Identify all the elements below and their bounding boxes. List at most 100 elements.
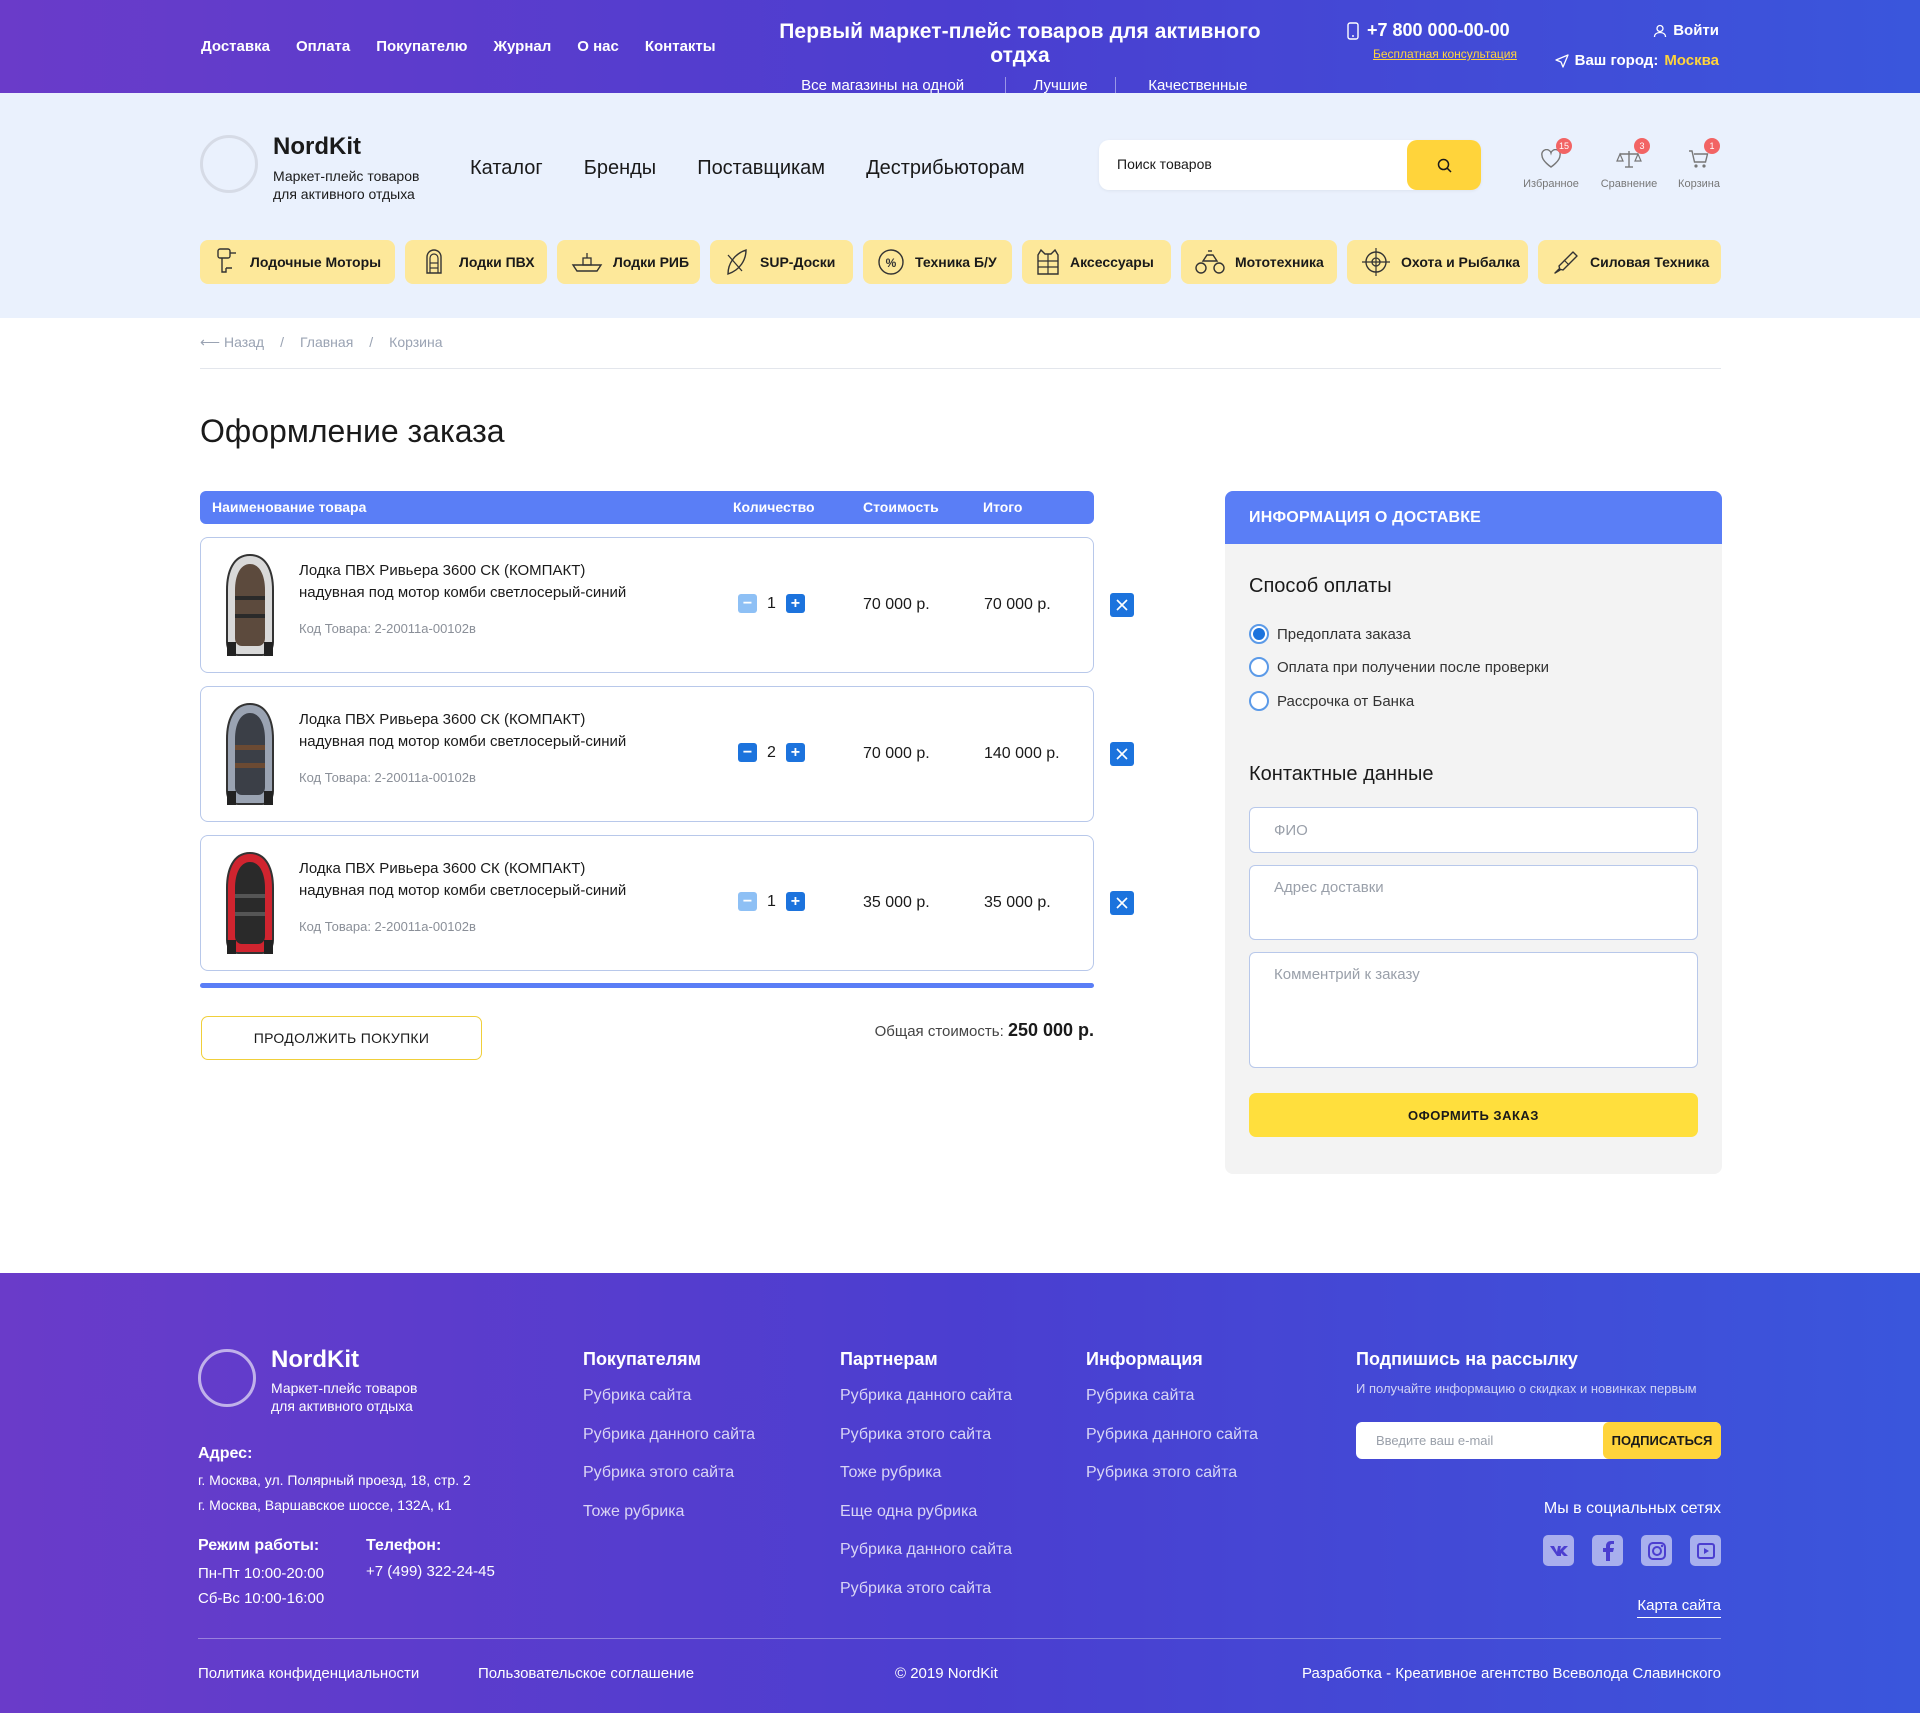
favorites-button[interactable]: 15 Избранное xyxy=(1516,138,1586,190)
footer-link[interactable]: Рубрика данного сайта xyxy=(1086,1425,1258,1444)
product-name[interactable]: Лодка ПВХ Ривьера 3600 СК (КОМПАКТ) наду… xyxy=(299,858,626,902)
payment-option-on-delivery[interactable]: Оплата при получении после проверки xyxy=(1249,657,1549,677)
footer-link[interactable]: Рубрика сайта xyxy=(583,1386,755,1405)
footer-phone[interactable]: +7 (499) 322-24-45 xyxy=(366,1563,495,1580)
footer-link[interactable]: Тоже рубрика xyxy=(840,1463,1012,1482)
compare-button[interactable]: 3 Сравнение xyxy=(1594,138,1664,190)
category-used-equipment[interactable]: % Техника Б/У xyxy=(863,240,1012,284)
quantity-decrease-button[interactable]: − xyxy=(738,594,757,613)
page-title: Оформление заказа xyxy=(200,413,505,449)
fio-field[interactable]: ФИО xyxy=(1249,807,1698,853)
product-image[interactable] xyxy=(221,850,279,956)
arrow-left-icon: ⟵ xyxy=(200,334,221,350)
footer-link[interactable]: Рубрика данного сайта xyxy=(583,1425,755,1444)
main-nav-distributors[interactable]: Дестрибьюторам xyxy=(866,157,1025,180)
product-code: Код Товара: 2-20011а-00102в xyxy=(299,919,476,934)
search-button[interactable] xyxy=(1407,140,1481,190)
quantity-increase-button[interactable]: + xyxy=(785,594,805,613)
product-name[interactable]: Лодка ПВХ Ривьера 3600 СК (КОМПАКТ) наду… xyxy=(299,560,626,604)
radio-unchecked[interactable] xyxy=(1249,657,1269,677)
phone-number[interactable]: +7 800 000-00-00 xyxy=(1367,20,1510,41)
compare-label: Сравнение xyxy=(1600,178,1658,190)
footer-link[interactable]: Рубрика этого сайта xyxy=(1086,1463,1258,1482)
footer-link[interactable]: Тоже рубрика xyxy=(583,1502,755,1521)
social-links xyxy=(1543,1535,1721,1566)
category-hunting-fishing[interactable]: Охота и Рыбалка xyxy=(1347,240,1528,284)
facebook-icon[interactable] xyxy=(1592,1535,1623,1566)
footer-link[interactable]: Рубрика сайта xyxy=(1086,1386,1258,1405)
remove-item-button[interactable] xyxy=(1110,593,1134,617)
category-moto[interactable]: Мототехника xyxy=(1181,240,1337,284)
category-outboard-motors[interactable]: Лодочные Моторы xyxy=(200,240,395,284)
category-rib-boats[interactable]: Лодки РИБ xyxy=(557,240,700,284)
top-nav-about[interactable]: О нас xyxy=(577,38,619,55)
logo-icon[interactable] xyxy=(200,135,258,193)
quantity-decrease-button[interactable]: − xyxy=(738,892,757,911)
quantity-value: 2 xyxy=(767,743,776,761)
top-nav-payment[interactable]: Оплата xyxy=(296,38,350,55)
quantity-stepper: − 1 + xyxy=(738,892,805,911)
footer-link[interactable]: Рубрика этого сайта xyxy=(840,1579,1012,1598)
brand-name[interactable]: NordKit xyxy=(273,133,361,161)
sitemap-link[interactable]: Карта сайта xyxy=(1637,1597,1721,1618)
footer-link[interactable]: Рубрика этого сайта xyxy=(583,1463,755,1482)
product-name[interactable]: Лодка ПВХ Ривьера 3600 СК (КОМПАКТ) наду… xyxy=(299,709,626,753)
category-pvc-boats[interactable]: Лодки ПВХ xyxy=(405,240,547,284)
product-image[interactable] xyxy=(221,701,279,807)
category-accessories[interactable]: Аксессуары xyxy=(1022,240,1171,284)
radio-unchecked[interactable] xyxy=(1249,691,1269,711)
quantity-increase-button[interactable]: + xyxy=(785,743,805,762)
location-arrow-icon xyxy=(1554,53,1569,68)
radio-checked[interactable] xyxy=(1249,624,1269,644)
address-line: г. Москва, Варшавское шоссе, 132А, к1 xyxy=(198,1497,452,1513)
top-nav-contacts[interactable]: Контакты xyxy=(645,38,716,55)
continue-shopping-button[interactable]: ПРОДОЛЖИТЬ ПОКУПКИ xyxy=(201,1016,482,1060)
column-total: Итого xyxy=(983,499,1023,515)
main-nav-brands[interactable]: Бренды xyxy=(584,157,656,180)
top-nav-customer[interactable]: Покупателю xyxy=(376,38,467,55)
address-field[interactable]: Адрес доставки xyxy=(1249,865,1698,940)
place-order-button[interactable]: ОФОРМИТЬ ЗАКАЗ xyxy=(1249,1093,1698,1137)
email-input[interactable]: Введите ваш e-mail xyxy=(1376,1433,1493,1448)
footer-brand-name[interactable]: NordKit xyxy=(271,1346,359,1374)
main-nav-catalog[interactable]: Каталог xyxy=(470,157,543,180)
quantity-decrease-button[interactable]: − xyxy=(738,743,757,762)
category-sup-boards[interactable]: SUP-Доски xyxy=(710,240,853,284)
comment-field[interactable]: Комментрий к заказу xyxy=(1249,952,1698,1068)
footer-link[interactable]: Рубрика данного сайта xyxy=(840,1540,1012,1559)
unit-price: 70 000 р. xyxy=(863,745,930,762)
free-consult-link[interactable]: Бесплатная консультация xyxy=(1373,47,1517,61)
footer-link[interactable]: Рубрика данного сайта xyxy=(840,1386,1012,1405)
developer-credit[interactable]: Разработка - Креативное агентство Всевол… xyxy=(1302,1665,1721,1682)
top-nav-journal[interactable]: Журнал xyxy=(493,38,551,55)
payment-option-installment[interactable]: Рассрочка от Банка xyxy=(1249,691,1414,711)
city-selector[interactable]: Ваш город: Москва xyxy=(1554,52,1719,69)
top-bar: Доставка Оплата Покупателю Журнал О нас … xyxy=(0,0,1920,111)
cart-total-value: 250 000 р. xyxy=(1007,1020,1094,1040)
remove-item-button[interactable] xyxy=(1110,742,1134,766)
search-input[interactable] xyxy=(1117,156,1397,172)
fio-placeholder: ФИО xyxy=(1274,822,1308,839)
top-nav: Доставка Оплата Покупателю Журнал О нас … xyxy=(201,38,716,55)
breadcrumb-back[interactable]: ⟵ Назад xyxy=(200,334,264,351)
subscribe-button[interactable]: ПОДПИСАТЬСЯ xyxy=(1603,1422,1721,1459)
remove-item-button[interactable] xyxy=(1110,891,1134,915)
vk-icon[interactable] xyxy=(1543,1535,1574,1566)
breadcrumb-home[interactable]: Главная xyxy=(300,334,353,351)
footer-link[interactable]: Рубрика этого сайта xyxy=(840,1425,1012,1444)
category-power-equipment[interactable]: Силовая Техника xyxy=(1538,240,1721,284)
main-nav-suppliers[interactable]: Поставщикам xyxy=(697,157,825,180)
product-image[interactable] xyxy=(221,552,279,658)
atv-icon xyxy=(1195,250,1225,274)
cart-button[interactable]: 1 Корзина xyxy=(1664,138,1734,190)
quantity-increase-button[interactable]: + xyxy=(785,892,805,911)
youtube-icon[interactable] xyxy=(1690,1535,1721,1566)
top-nav-delivery[interactable]: Доставка xyxy=(201,38,270,55)
terms-link[interactable]: Пользовательское соглашение xyxy=(478,1665,694,1682)
footer-logo-icon[interactable] xyxy=(198,1349,256,1407)
instagram-icon[interactable] xyxy=(1641,1535,1672,1566)
login-link[interactable]: Войти xyxy=(1653,22,1719,39)
footer-link[interactable]: Еще одна рубрика xyxy=(840,1502,1012,1521)
privacy-link[interactable]: Политика конфиденциальности xyxy=(198,1665,419,1682)
payment-option-prepay[interactable]: Предоплата заказа xyxy=(1249,624,1411,644)
